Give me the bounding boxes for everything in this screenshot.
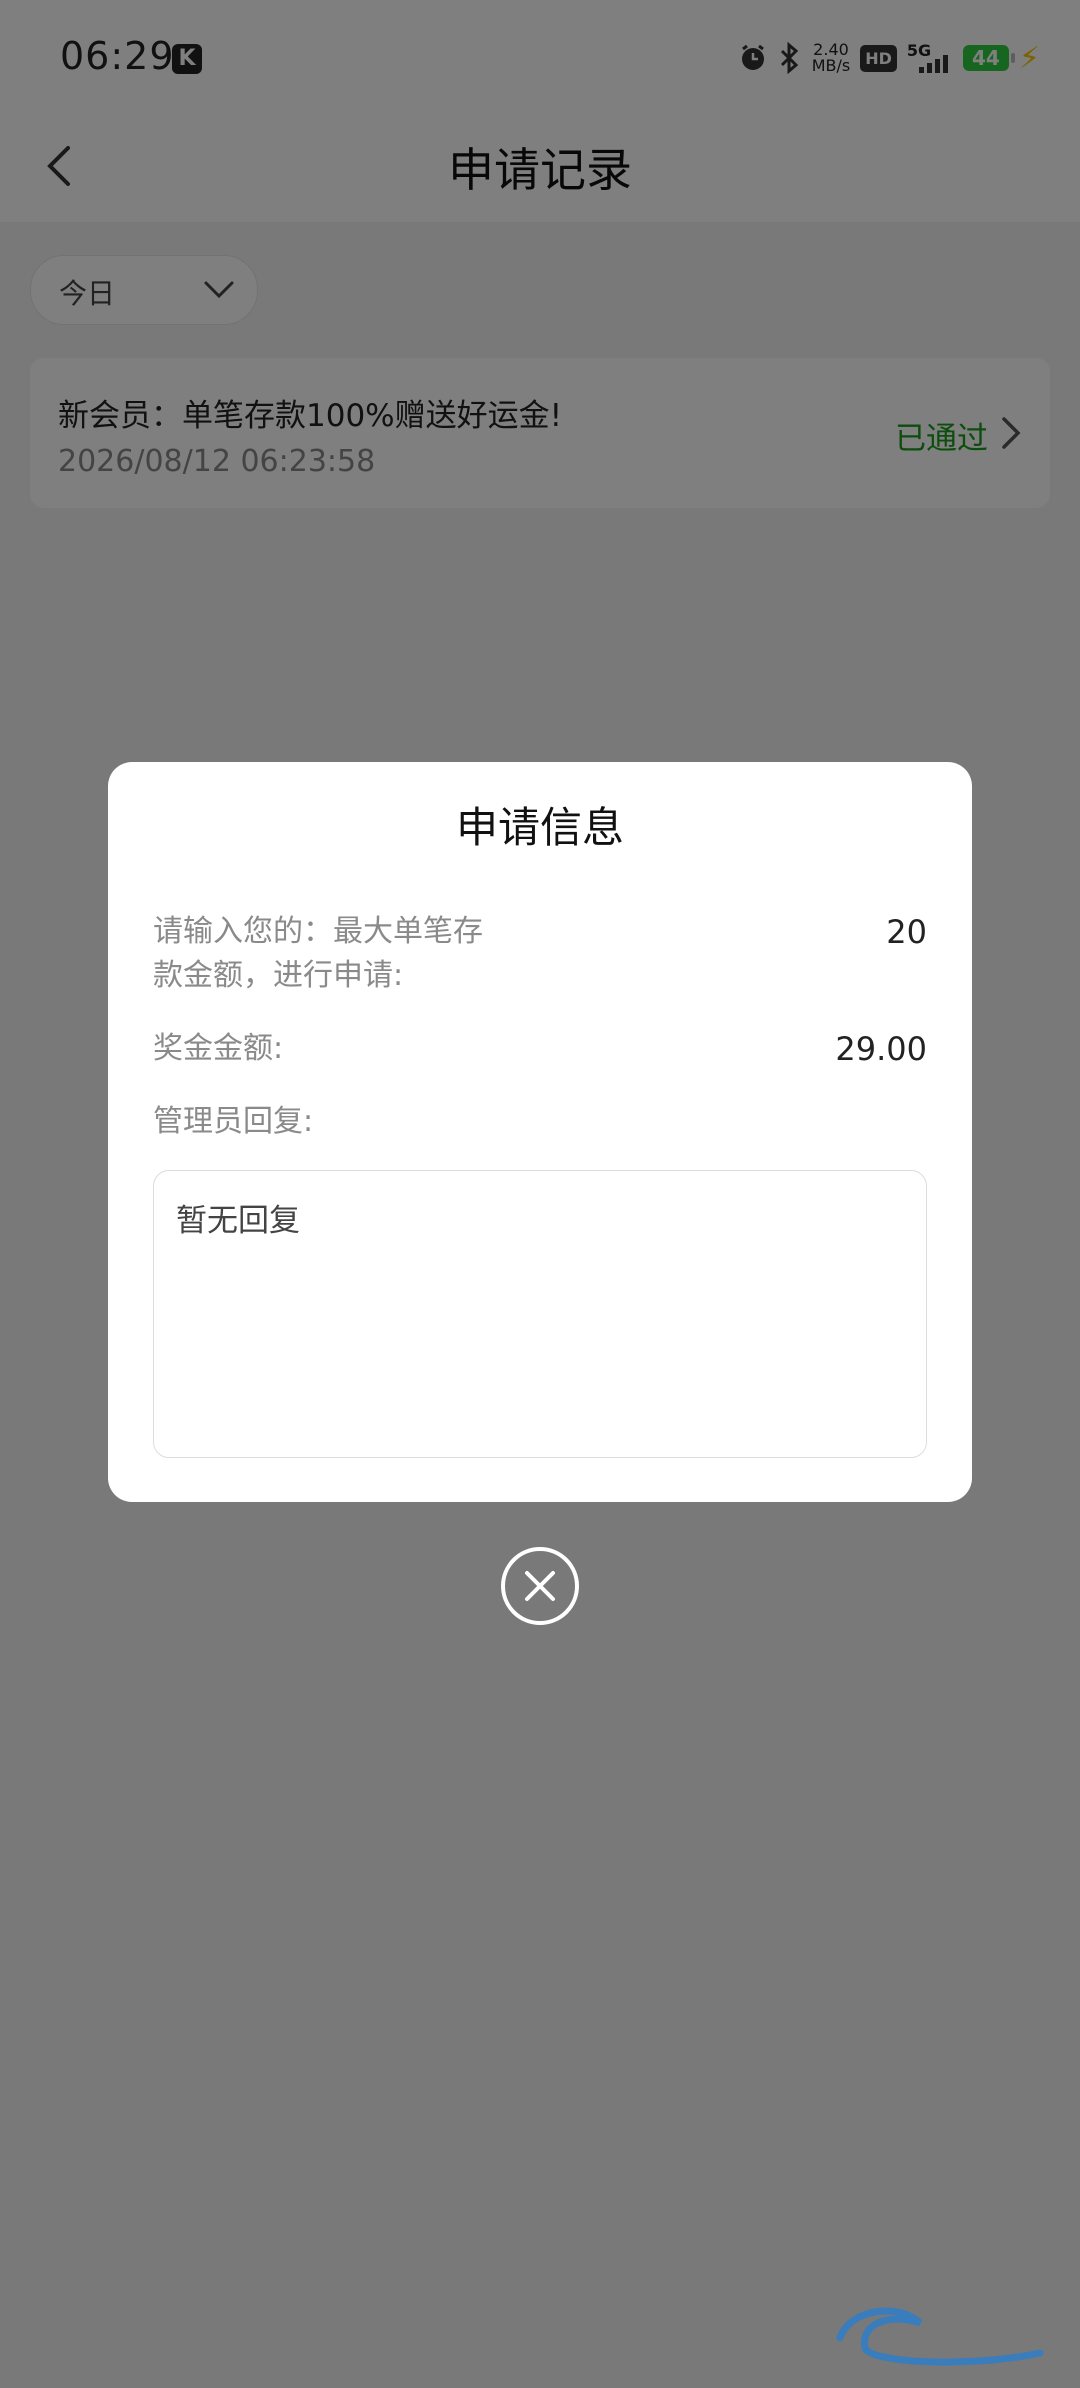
watermark-logo [830,2298,1060,2368]
dragon-logo-icon [836,2307,1044,2366]
deposit-amount-label: 请输入您的：最大单笔存 款金额，进行申请: [153,910,483,998]
application-info-dialog: 申请信息 请输入您的：最大单笔存 款金额，进行申请: 20 奖金金额: 29.0… [108,762,972,1502]
admin-reply-label: 管理员回复: [153,1104,314,1139]
admin-reply-text: 暂无回复 [176,1203,300,1239]
admin-reply-box: 暂无回复 [153,1170,927,1458]
deposit-amount-label-line1: 请输入您的：最大单笔存 [153,914,483,949]
deposit-amount-label-line2: 款金额，进行申请: [153,958,404,993]
deposit-amount-value: 20 [886,913,927,951]
dialog-title: 申请信息 [455,803,624,852]
bonus-amount-label: 奖金金额: [153,1031,284,1066]
close-circle-icon[interactable] [500,1546,580,1626]
bonus-amount-value: 29.00 [835,1030,927,1068]
